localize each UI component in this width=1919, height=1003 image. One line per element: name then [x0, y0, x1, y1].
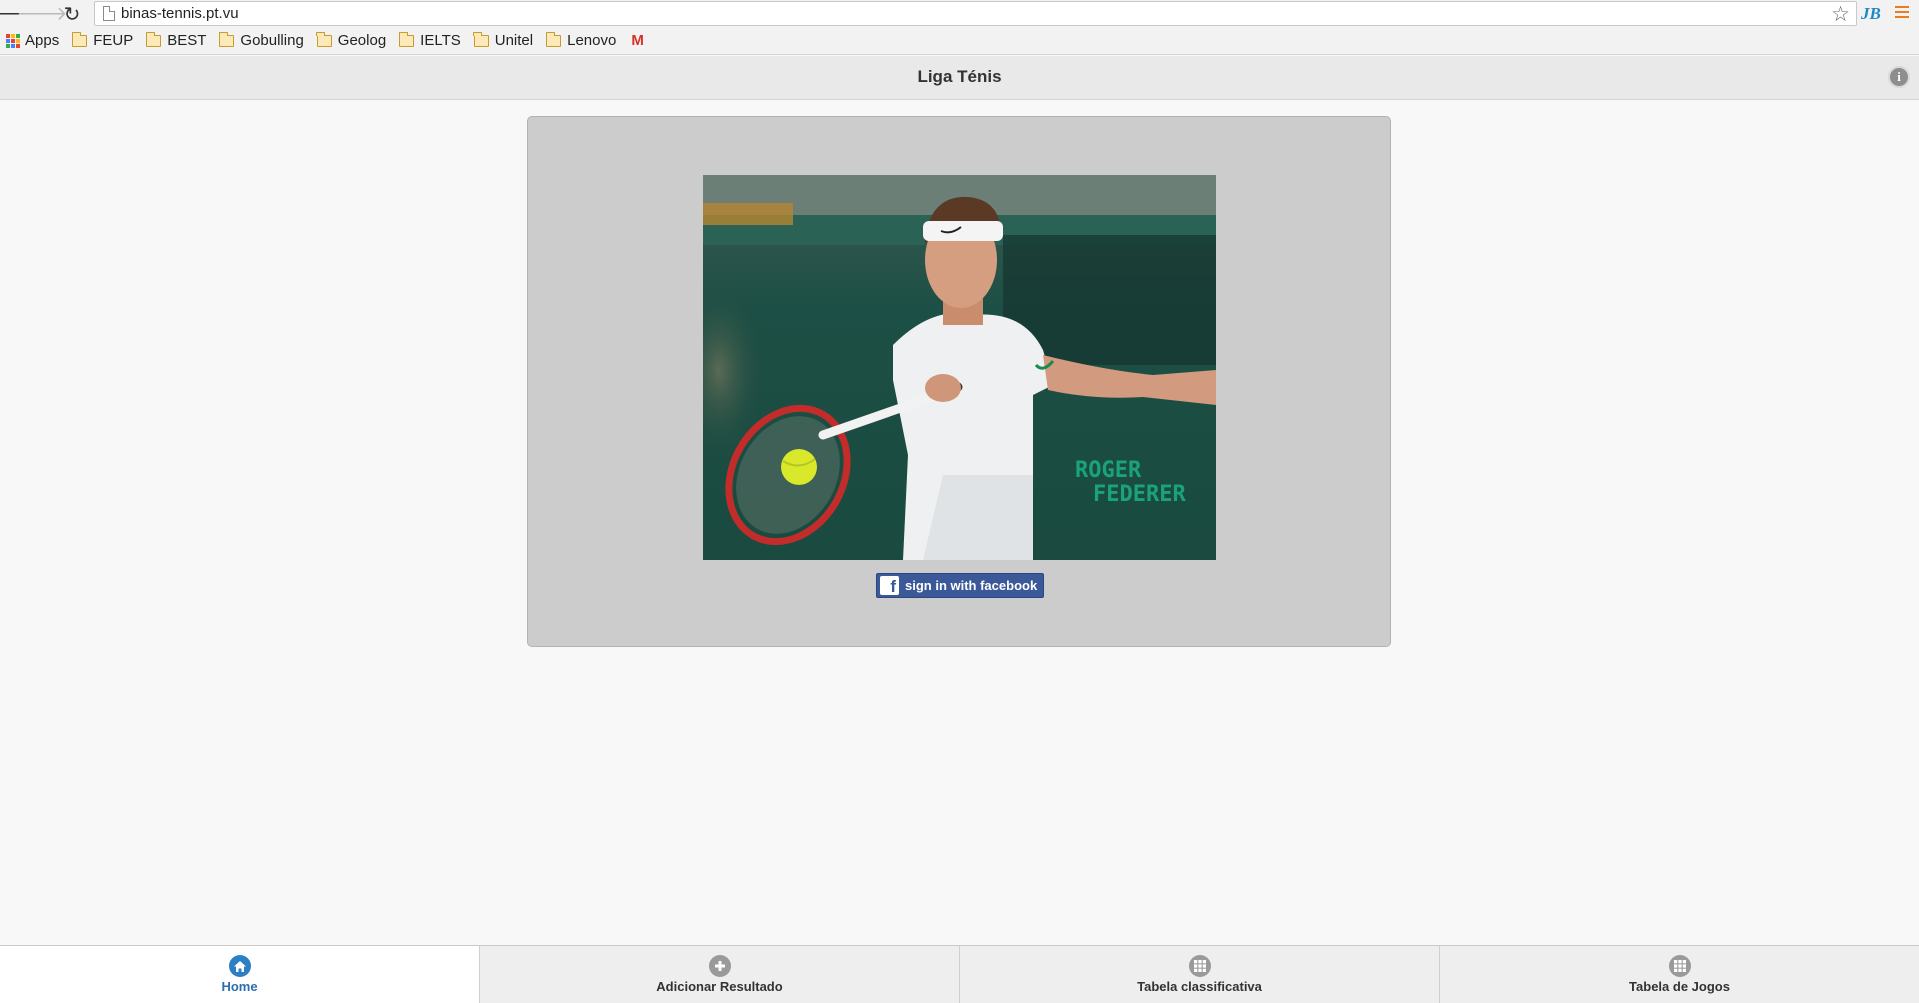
- tennis-player-photo: ROGER FEDERER: [703, 175, 1216, 560]
- bookmark-label: Apps: [25, 32, 60, 49]
- facebook-signin-button[interactable]: f sign in with facebook: [876, 573, 1044, 598]
- facebook-icon: f: [880, 576, 899, 595]
- tab-tabela-de-jogos[interactable]: Tabela de Jogos: [1440, 946, 1919, 1003]
- grid-icon: [1188, 955, 1211, 977]
- bookmarks-bar: Apps FEUP BEST Gobulling Geolog IELTS Un…: [0, 27, 1919, 55]
- page-icon: [103, 6, 115, 21]
- extension-icon[interactable]: JB: [1861, 3, 1883, 25]
- folder-icon: [545, 31, 562, 47]
- tab-label: Tabela de Jogos: [1629, 979, 1730, 994]
- login-panel: ROGER FEDERER f sign in with facebook: [527, 116, 1391, 647]
- photo-caption-line1: ROGER: [1075, 458, 1142, 483]
- plus-circle-icon: [708, 955, 731, 977]
- bookmark-label: Gobulling: [240, 32, 304, 49]
- tab-adicionar-resultado[interactable]: Adicionar Resultado: [480, 946, 960, 1003]
- url-text[interactable]: binas-tennis.pt.vu: [121, 5, 239, 22]
- photo-caption-line2: FEDERER: [1093, 482, 1186, 507]
- folder-icon: [473, 31, 489, 47]
- folder-icon: [398, 31, 415, 47]
- grid-icon: [1668, 955, 1691, 977]
- folder-icon: [218, 31, 235, 47]
- bookmark-ielts[interactable]: IELTS: [398, 31, 461, 49]
- folder-icon: [316, 31, 332, 47]
- app-header: Liga Ténis: [0, 56, 1919, 100]
- bottom-tab-bar: Home Adicionar Resultado Tabela classifi…: [0, 945, 1919, 1003]
- address-bar[interactable]: binas-tennis.pt.vu ☆: [94, 1, 1857, 26]
- folder-icon: [145, 31, 162, 47]
- bookmark-star-icon[interactable]: ☆: [1831, 2, 1850, 27]
- forward-button[interactable]: 🡒: [17, 2, 68, 26]
- bookmark-gobulling[interactable]: Gobulling: [218, 31, 304, 49]
- bookmark-label: FEUP: [93, 32, 134, 49]
- bookmark-best[interactable]: BEST: [145, 31, 207, 49]
- info-button[interactable]: i: [1888, 66, 1910, 88]
- tab-tabela-classificativa[interactable]: Tabela classificativa: [960, 946, 1440, 1003]
- tab-home[interactable]: Home: [0, 946, 480, 1003]
- bookmark-unitel[interactable]: Unitel: [473, 31, 534, 49]
- bookmark-label: IELTS: [420, 32, 461, 49]
- bookmark-apps[interactable]: Apps: [6, 32, 59, 49]
- bookmark-gmail[interactable]: M: [629, 32, 644, 49]
- tab-label: Adicionar Resultado: [656, 979, 783, 994]
- reload-button[interactable]: ↻: [60, 2, 84, 26]
- gmail-icon: M: [631, 32, 644, 49]
- bookmark-lenovo[interactable]: Lenovo: [545, 31, 617, 49]
- bookmark-feup[interactable]: FEUP: [71, 31, 134, 49]
- page-title: Liga Ténis: [917, 67, 1002, 86]
- folder-icon: [71, 31, 88, 47]
- bookmark-label: Geolog: [337, 32, 387, 49]
- bookmark-label: Unitel: [494, 32, 534, 49]
- home-icon: [228, 955, 251, 977]
- tab-label: Tabela classificativa: [1137, 979, 1262, 994]
- browser-toolbar: 🡐 🡒 ↻ binas-tennis.pt.vu ☆ JB: [0, 0, 1919, 27]
- tab-label: Home: [221, 979, 258, 994]
- bookmark-label: BEST: [167, 32, 207, 49]
- facebook-signin-label: sign in with facebook: [905, 578, 1038, 593]
- browser-menu-icon[interactable]: [1895, 6, 1909, 20]
- bookmark-geolog[interactable]: Geolog: [316, 31, 387, 49]
- bookmark-label: Lenovo: [567, 32, 617, 49]
- apps-grid-icon: [6, 33, 20, 48]
